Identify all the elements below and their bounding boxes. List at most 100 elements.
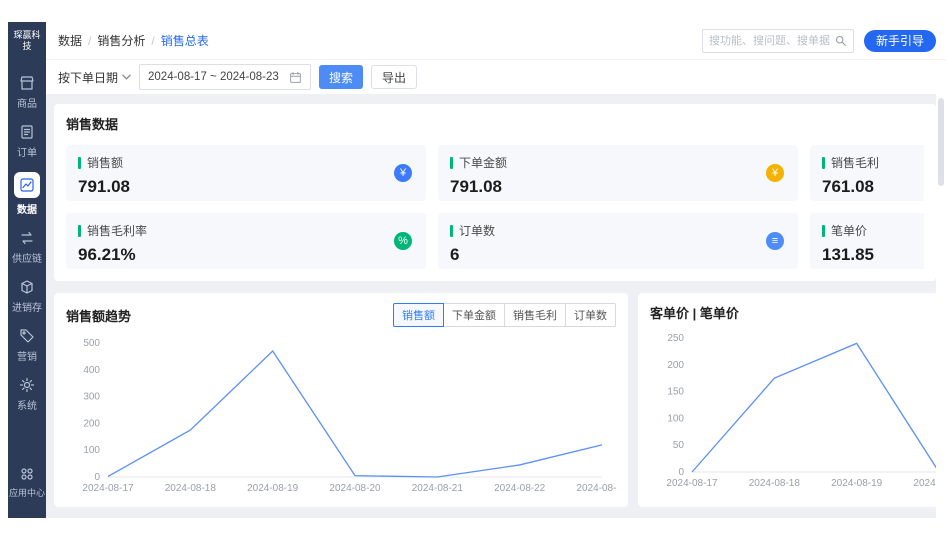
accent-bar — [822, 224, 825, 237]
stat-value: 131.85 — [822, 245, 874, 264]
app-frame: 琛赢科技 商品 订单 数据 供应链 进销存 营销 系统 应用中心 数据 / 销售… — [8, 22, 946, 518]
avg-price-chart: 0 50 100 150 200 250 2024-08-17 2024-08-18 2024-… — [650, 328, 946, 494]
svg-text:2024-08-18: 2024-08-18 — [749, 478, 801, 489]
orders-icon — [18, 123, 36, 141]
svg-text:200: 200 — [83, 418, 100, 429]
sidebar: 琛赢科技 商品 订单 数据 供应链 进销存 营销 系统 应用中心 — [8, 22, 46, 518]
topbar: 数据 / 销售分析 / 销售总表 新手引导 — [46, 22, 946, 60]
sidebar-item-label: 供应链 — [12, 254, 42, 265]
sidebar-item-orders[interactable]: 订单 — [8, 117, 46, 166]
stat-label: 销售毛利率 — [87, 224, 148, 238]
sales-trend-card: 销售额趋势 销售额 下单金额 销售毛利 订单数 0 100 200 300 400 500… — [54, 293, 628, 507]
sidebar-item-label: 订单 — [17, 148, 37, 159]
stat-label: 销售毛利 — [831, 156, 880, 170]
app-logo: 琛赢科技 — [13, 30, 41, 51]
accent-bar — [450, 224, 453, 237]
goods-icon — [18, 74, 36, 92]
search-icon — [835, 35, 846, 46]
onboarding-button[interactable]: 新手引导 — [863, 29, 936, 52]
svg-text:2024-08-19: 2024-08-19 — [247, 483, 299, 494]
trend-metric-tabs: 销售额 下单金额 销售毛利 订单数 — [393, 303, 616, 327]
svg-text:500: 500 — [83, 338, 100, 349]
order-icon: ≡ — [766, 232, 784, 250]
breadcrumb-sales-analysis[interactable]: 销售分析 — [97, 32, 145, 49]
breadcrumb-data[interactable]: 数据 — [58, 32, 82, 49]
accent-bar — [78, 156, 81, 169]
svg-text:2024-08-21: 2024-08-21 — [412, 483, 464, 494]
svg-text:2024-08-22: 2024-08-22 — [494, 483, 546, 494]
stat-value: 791.08 — [450, 177, 502, 196]
sales-trend-title: 销售额趋势 — [66, 308, 132, 324]
app-grid-icon — [18, 465, 36, 483]
stat-value: 791.08 — [78, 177, 130, 196]
tab-order-amount[interactable]: 下单金额 — [443, 303, 505, 327]
sidebar-item-label: 营销 — [17, 352, 37, 363]
date-range-picker — [139, 64, 312, 90]
scrollbar-thumb[interactable] — [938, 98, 944, 186]
svg-text:2024-08-17: 2024-08-17 — [666, 478, 718, 489]
sidebar-item-marketing[interactable]: 营销 — [8, 321, 46, 370]
export-button[interactable]: 导出 — [371, 65, 418, 89]
svg-text:2024-08-20: 2024-08-20 — [329, 483, 381, 494]
accent-bar — [450, 156, 453, 169]
stat-value: 761.08 — [822, 177, 874, 196]
sales-trend-chart: 0 100 200 300 400 500 2024-08-17 2024-08-18 2024… — [66, 333, 628, 499]
svg-text:300: 300 — [83, 392, 100, 403]
stat-tile-order-count: 订单数 6 ≡ — [438, 213, 798, 269]
breadcrumb-separator: / — [88, 33, 92, 48]
vertical-scrollbar[interactable] — [936, 94, 946, 518]
sidebar-item-label: 应用中心 — [8, 488, 45, 498]
svg-text:2024-08-18: 2024-08-18 — [165, 483, 217, 494]
inventory-icon — [18, 278, 36, 296]
tab-sales-amount[interactable]: 销售额 — [393, 303, 444, 327]
sales-data-title: 销售数据 — [66, 117, 119, 132]
stat-tile-grid: 销售额 791.08 ¥ 下单金额 791.08 ¥ 销售毛利 761.08 销… — [66, 145, 924, 269]
yen-icon: ¥ — [394, 164, 412, 182]
sidebar-item-system[interactable]: 系统 — [8, 370, 46, 419]
svg-text:0: 0 — [678, 467, 684, 478]
marketing-icon — [18, 327, 36, 345]
svg-text:400: 400 — [83, 365, 100, 376]
date-range-input[interactable] — [148, 71, 290, 83]
stat-label: 订单数 — [459, 224, 496, 238]
svg-text:2024-08-23: 2024-08-23 — [576, 483, 616, 494]
stat-value: 6 — [450, 245, 460, 264]
search-input[interactable] — [708, 34, 834, 47]
sidebar-item-data[interactable]: 数据 — [8, 166, 46, 223]
date-type-select[interactable]: 按下单日期 — [58, 69, 131, 86]
sidebar-item-label: 系统 — [17, 401, 37, 412]
stat-tile-avg-order-value: 笔单价 131.85 — [810, 213, 924, 269]
tab-order-count[interactable]: 订单数 — [565, 303, 616, 327]
svg-text:100: 100 — [83, 445, 100, 456]
svg-text:2024-08-17: 2024-08-17 — [82, 483, 134, 494]
supply-chain-icon — [18, 229, 36, 247]
sidebar-item-supply-chain[interactable]: 供应链 — [8, 223, 46, 272]
svg-text:2024-08-19: 2024-08-19 — [831, 478, 883, 489]
tab-gross-profit[interactable]: 销售毛利 — [504, 303, 566, 327]
sidebar-item-goods[interactable]: 商品 — [8, 68, 46, 117]
stat-label: 下单金额 — [459, 156, 508, 170]
search-button[interactable]: 搜索 — [319, 65, 364, 89]
avg-price-card: 客单价 | 笔单价 0 50 100 150 200 250 2024-08-17 2024-… — [638, 293, 946, 507]
breadcrumb-separator: / — [151, 33, 155, 48]
sidebar-item-label: 商品 — [17, 99, 37, 110]
stat-tile-order-amount: 下单金额 791.08 ¥ — [438, 145, 798, 201]
sidebar-item-label: 进销存 — [12, 303, 42, 314]
data-chart-icon — [14, 172, 40, 198]
stat-label: 笔单价 — [831, 224, 868, 238]
svg-text:0: 0 — [94, 472, 100, 483]
breadcrumb: 数据 / 销售分析 / 销售总表 — [58, 32, 209, 49]
stat-tile-sales-amount: 销售额 791.08 ¥ — [66, 145, 426, 201]
stat-label: 销售额 — [87, 156, 124, 170]
sidebar-item-inventory[interactable]: 进销存 — [8, 272, 46, 321]
stat-tile-gross-margin: 销售毛利率 96.21% % — [66, 213, 426, 269]
accent-bar — [78, 224, 81, 237]
svg-text:50: 50 — [673, 440, 685, 451]
filter-bar: 按下单日期 搜索 导出 — [46, 60, 946, 94]
breadcrumb-sales-summary: 销售总表 — [160, 34, 209, 48]
stat-tile-gross-profit: 销售毛利 761.08 — [810, 145, 924, 201]
sidebar-item-label: 数据 — [17, 205, 37, 216]
stat-value: 96.21% — [78, 245, 136, 264]
sidebar-item-app-center[interactable]: 应用中心 — [8, 459, 46, 506]
chevron-down-icon — [122, 74, 131, 80]
